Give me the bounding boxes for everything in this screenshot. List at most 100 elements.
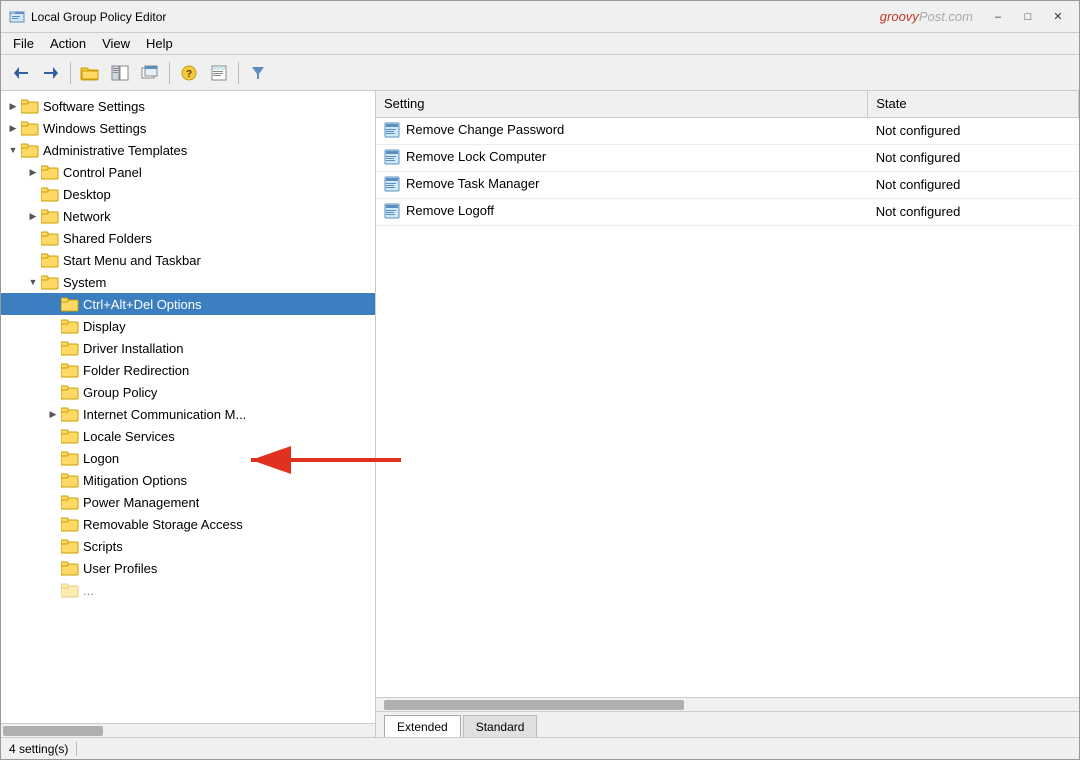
- tree-node-system[interactable]: ▼ System: [1, 271, 375, 293]
- minimize-button[interactable]: ‒: [985, 7, 1011, 27]
- expand-internet-comm[interactable]: ▶: [45, 406, 61, 422]
- tree-node-ctrl-alt-del[interactable]: Ctrl+Alt+Del Options: [1, 293, 375, 315]
- folder-icon-userprofiles: [61, 560, 79, 576]
- tree-node-group-policy[interactable]: Group Policy: [1, 381, 375, 403]
- export-list-button[interactable]: [205, 59, 233, 87]
- titlebar: Local Group Policy Editor groovyPost.com…: [1, 1, 1079, 33]
- tree-node-internet-comm[interactable]: ▶ Internet Communication M...: [1, 403, 375, 425]
- tree-node-admin-templates[interactable]: ▼ Administrative Templates: [1, 139, 375, 161]
- tree-node-user-profiles[interactable]: User Profiles: [1, 557, 375, 579]
- back-button[interactable]: [7, 59, 35, 87]
- label-group-policy: Group Policy: [83, 385, 157, 400]
- label-logon: Logon: [83, 451, 119, 466]
- expand-windows-settings[interactable]: ▶: [5, 120, 21, 136]
- table-row[interactable]: Remove Lock Computer Not configured: [376, 144, 1079, 171]
- main-window: Local Group Policy Editor groovyPost.com…: [0, 0, 1080, 760]
- setting-label-3: Remove Task Manager: [406, 176, 539, 191]
- forward-button[interactable]: [37, 59, 65, 87]
- expand-admin-templates[interactable]: ▼: [5, 142, 21, 158]
- tree-node-control-panel[interactable]: ▶ Control Panel: [1, 161, 375, 183]
- folder-icon-folderredir: [61, 362, 79, 378]
- close-button[interactable]: ✕: [1045, 7, 1071, 27]
- tree-node-driver-install[interactable]: Driver Installation: [1, 337, 375, 359]
- label-desktop: Desktop: [63, 187, 111, 202]
- folder-icon-startmenu: [41, 252, 59, 268]
- menu-view[interactable]: View: [94, 34, 138, 53]
- expand-system[interactable]: ▼: [25, 274, 41, 290]
- new-window-button[interactable]: [136, 59, 164, 87]
- label-network: Network: [63, 209, 111, 224]
- label-locale: Locale Services: [83, 429, 175, 444]
- menubar: File Action View Help: [1, 33, 1079, 55]
- table-row[interactable]: Remove Change Password Not configured: [376, 117, 1079, 144]
- tree-node-shared-folders[interactable]: Shared Folders: [1, 227, 375, 249]
- folder-icon-admin: [21, 142, 39, 158]
- maximize-button[interactable]: □: [1015, 7, 1041, 27]
- col-state: State: [868, 91, 1079, 117]
- tree-node-desktop[interactable]: Desktop: [1, 183, 375, 205]
- menu-file[interactable]: File: [5, 34, 42, 53]
- app-icon: [9, 9, 25, 25]
- tree-node-mitigation[interactable]: Mitigation Options: [1, 469, 375, 491]
- svg-text:?: ?: [186, 69, 192, 80]
- label-system: System: [63, 275, 106, 290]
- folder-icon-locale: [61, 428, 79, 444]
- tree-node-power[interactable]: Power Management: [1, 491, 375, 513]
- folder-icon-more: [61, 582, 79, 598]
- menu-action[interactable]: Action: [42, 34, 94, 53]
- tree-node-windows-settings[interactable]: ▶ Windows Settings: [1, 117, 375, 139]
- label-start-menu: Start Menu and Taskbar: [63, 253, 201, 268]
- folder-icon-scripts: [61, 538, 79, 554]
- toolbar-sep-2: [169, 62, 170, 84]
- tab-extended[interactable]: Extended: [384, 715, 461, 737]
- show-hide-console-button[interactable]: [106, 59, 134, 87]
- right-pane: Setting State: [376, 91, 1079, 737]
- tree-node-software-settings[interactable]: ▶ Software Settings: [1, 95, 375, 117]
- tree-hscroll[interactable]: [1, 723, 375, 737]
- toolbar-sep-3: [238, 62, 239, 84]
- tree-node-locale[interactable]: Locale Services: [1, 425, 375, 447]
- label-software-settings: Software Settings: [43, 99, 145, 114]
- statusbar: 4 setting(s): [1, 737, 1079, 759]
- table-row[interactable]: Remove Task Manager Not configured: [376, 171, 1079, 198]
- tree-node-scripts[interactable]: Scripts: [1, 535, 375, 557]
- tree-node-removable[interactable]: Removable Storage Access: [1, 513, 375, 535]
- expand-network[interactable]: ▶: [25, 208, 41, 224]
- tree-node-start-menu[interactable]: Start Menu and Taskbar: [1, 249, 375, 271]
- settings-table[interactable]: Setting State: [376, 91, 1079, 697]
- label-removable: Removable Storage Access: [83, 517, 243, 532]
- label-folder-redirect: Folder Redirection: [83, 363, 189, 378]
- label-ctrl-alt-del: Ctrl+Alt+Del Options: [83, 297, 202, 312]
- setting-cell-1: Remove Change Password: [376, 118, 868, 142]
- folder-icon-driver: [61, 340, 79, 356]
- label-power: Power Management: [83, 495, 199, 510]
- policy-icon-4: [384, 203, 400, 219]
- expand-software-settings[interactable]: ▶: [5, 98, 21, 114]
- folder-icon-removable: [61, 516, 79, 532]
- folder-icon-windows: [21, 120, 39, 136]
- right-hscroll[interactable]: [376, 697, 1079, 711]
- open-folder-button[interactable]: [76, 59, 104, 87]
- window-title: Local Group Policy Editor: [31, 10, 166, 24]
- tree-node-display[interactable]: Display: [1, 315, 375, 337]
- tree-scroll[interactable]: ▶ Software Settings ▶ Windows Settings: [1, 91, 375, 723]
- label-more: ...: [83, 583, 94, 598]
- setting-cell-2: Remove Lock Computer: [376, 145, 868, 169]
- tree-hscroll-thumb: [3, 726, 103, 736]
- filter-button[interactable]: [244, 59, 272, 87]
- expand-control-panel[interactable]: ▶: [25, 164, 41, 180]
- folder-icon-grouppolicy: [61, 384, 79, 400]
- tree-node-folder-redirect[interactable]: Folder Redirection: [1, 359, 375, 381]
- statusbar-divider: [76, 742, 77, 756]
- policy-icon-1: [384, 122, 400, 138]
- tree-node-network[interactable]: ▶ Network: [1, 205, 375, 227]
- help-button[interactable]: ?: [175, 59, 203, 87]
- tab-standard[interactable]: Standard: [463, 715, 538, 737]
- label-user-profiles: User Profiles: [83, 561, 157, 576]
- tree-node-logon[interactable]: Logon: [1, 447, 375, 469]
- policy-icon-3: [384, 176, 400, 192]
- menu-help[interactable]: Help: [138, 34, 181, 53]
- tree-node-more[interactable]: ...: [1, 579, 375, 601]
- table-row[interactable]: Remove Logoff Not configured: [376, 198, 1079, 225]
- folder-icon-ctrl-alt-del: [61, 296, 79, 312]
